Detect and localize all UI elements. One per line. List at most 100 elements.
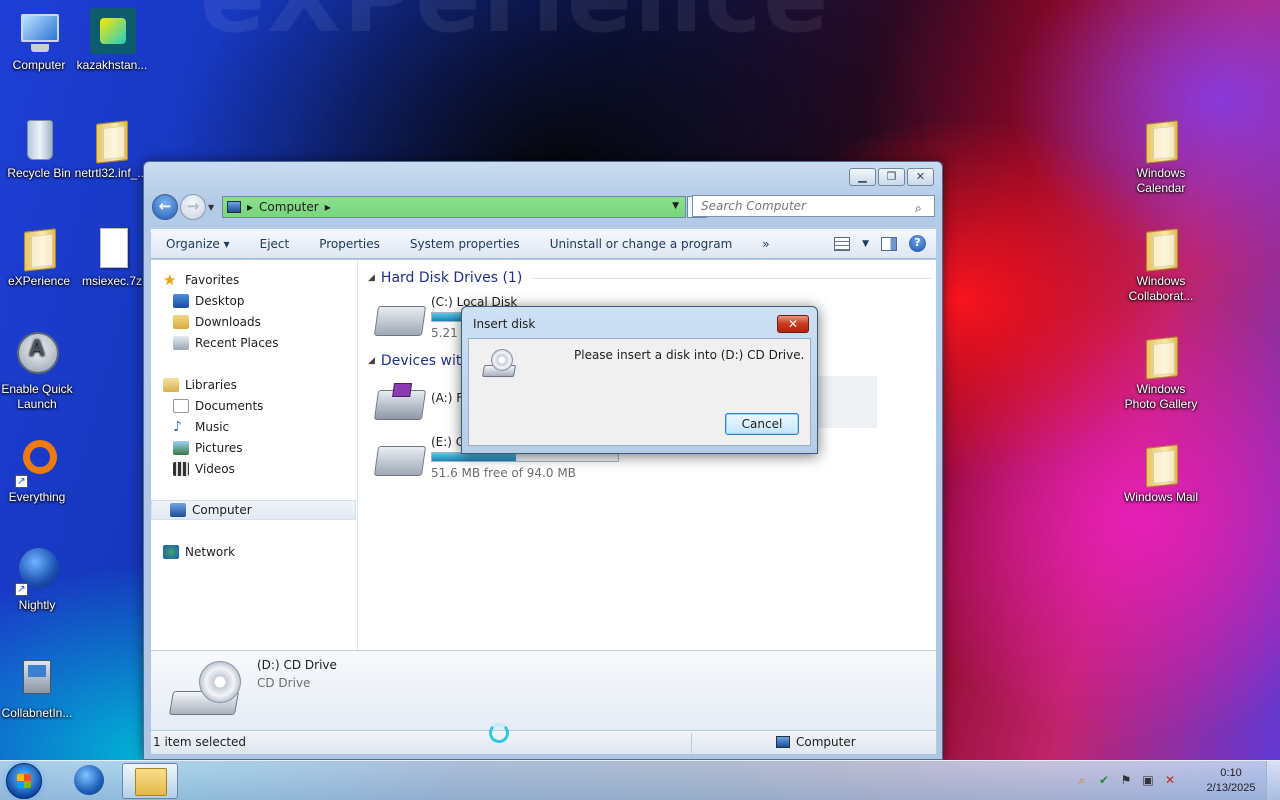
navigation-pane: ★ Favorites Desktop Downloads Recent Plac… bbox=[151, 260, 358, 650]
cancel-button[interactable]: Cancel bbox=[725, 413, 799, 435]
taskbar: ⌕ ✔ ⚑ ▣ ✕ 0:10 2/13/2025 bbox=[0, 760, 1280, 800]
caption-buttons: ▁ ❐ ✕ bbox=[847, 168, 934, 186]
network-tray-icon[interactable]: ▣ bbox=[1141, 773, 1155, 787]
desktop-icon-windows-calendar[interactable]: Windows Calendar bbox=[1122, 116, 1200, 196]
collapse-icon[interactable]: ◢ bbox=[368, 356, 375, 366]
properties-button[interactable]: Properties bbox=[304, 237, 395, 251]
nav-libraries[interactable]: Libraries bbox=[163, 375, 237, 395]
clock-time: 0:10 bbox=[1220, 767, 1242, 779]
nav-network[interactable]: Network bbox=[163, 542, 235, 562]
organize-button[interactable]: Organize ▾ bbox=[151, 237, 245, 251]
folder-icon bbox=[1137, 440, 1185, 488]
folder-icon bbox=[1137, 116, 1185, 164]
firefox-nightly-icon: ↗ bbox=[13, 548, 61, 596]
chevron-right-icon[interactable]: ▸ bbox=[247, 200, 253, 214]
taskbar-windows-explorer[interactable] bbox=[122, 763, 178, 799]
nav-favorites[interactable]: ★ Favorites bbox=[163, 270, 239, 290]
chevron-right-icon[interactable]: ▸ bbox=[325, 200, 331, 214]
search-icon[interactable]: ⌕ bbox=[915, 198, 930, 215]
close-button[interactable]: ✕ bbox=[907, 168, 934, 186]
desktop-icon-enable-quick-launch[interactable]: A Enable Quick Launch bbox=[0, 332, 76, 412]
system-properties-button[interactable]: System properties bbox=[395, 237, 535, 251]
quick-launch-icon: A bbox=[13, 332, 61, 380]
everything-tray-icon[interactable]: ⌕ bbox=[1075, 773, 1089, 787]
nav-documents[interactable]: Documents bbox=[173, 396, 263, 416]
nav-downloads[interactable]: Downloads bbox=[173, 312, 261, 332]
show-desktop-button[interactable] bbox=[1266, 761, 1280, 800]
command-bar: Organize ▾ Eject Properties System prope… bbox=[151, 229, 936, 259]
nav-recent-places[interactable]: Recent Places bbox=[173, 333, 278, 353]
computer-icon bbox=[15, 8, 63, 56]
downloads-icon bbox=[173, 315, 189, 329]
clock-date: 2/13/2025 bbox=[1206, 782, 1256, 794]
folder-icon bbox=[1137, 332, 1185, 380]
address-dropdown-icon[interactable]: ▼ bbox=[672, 201, 679, 211]
folder-icon bbox=[15, 224, 63, 272]
forward-button[interactable]: → bbox=[180, 194, 206, 220]
desktop-icon-nightly[interactable]: ↗ Nightly bbox=[0, 548, 76, 613]
recent-pages-dropdown[interactable]: ▼ bbox=[208, 203, 214, 212]
desktop-icon-experience[interactable]: eXPerience bbox=[0, 224, 78, 289]
pictures-icon bbox=[173, 441, 189, 455]
busy-cursor-icon bbox=[489, 723, 509, 743]
volume-muted-icon[interactable]: ✕ bbox=[1163, 773, 1177, 787]
music-icon: ♪ bbox=[173, 419, 182, 435]
libraries-icon bbox=[163, 378, 179, 392]
preview-pane-icon[interactable] bbox=[881, 236, 897, 251]
change-view-icon[interactable] bbox=[834, 236, 851, 251]
hard-disk-icon bbox=[373, 306, 427, 336]
nav-pictures[interactable]: Pictures bbox=[173, 438, 243, 458]
minimize-button[interactable]: ▁ bbox=[849, 168, 876, 186]
group-header-hard-disk-drives[interactable]: ◢ Hard Disk Drives (1) bbox=[368, 270, 933, 286]
taskbar-firefox-nightly[interactable] bbox=[62, 763, 118, 799]
breadcrumb-computer[interactable]: Computer bbox=[259, 200, 319, 214]
dialog-body: Please insert a disk into (D:) CD Drive.… bbox=[468, 338, 811, 446]
dialog-title: Insert disk bbox=[473, 317, 536, 331]
nav-videos[interactable]: Videos bbox=[173, 459, 235, 479]
cd-drive-icon bbox=[168, 661, 241, 721]
details-pane: (D:) CD Drive CD Drive bbox=[151, 650, 936, 730]
file-icon bbox=[88, 224, 136, 272]
removable-disk-icon bbox=[373, 446, 427, 476]
maximize-button[interactable]: ❐ bbox=[878, 168, 905, 186]
action-center-flag-icon[interactable]: ⚑ bbox=[1119, 773, 1133, 787]
help-icon[interactable]: ? bbox=[909, 235, 926, 252]
navigation-buttons: ← → ▼ bbox=[152, 194, 214, 220]
desktop-icon-computer[interactable]: Computer bbox=[0, 8, 78, 73]
star-icon: ★ bbox=[163, 271, 177, 289]
desktop-icon-windows-mail[interactable]: Windows Mail bbox=[1122, 440, 1200, 505]
back-button[interactable]: ← bbox=[152, 194, 178, 220]
desktop-icon-windows-photo-gallery[interactable]: Windows Photo Gallery bbox=[1122, 332, 1200, 412]
computer-icon bbox=[170, 503, 186, 517]
videos-icon bbox=[173, 462, 189, 476]
eject-button[interactable]: Eject bbox=[245, 237, 305, 251]
security-shield-icon[interactable]: ✔ bbox=[1097, 773, 1111, 787]
nav-music[interactable]: ♪ Music bbox=[173, 417, 229, 437]
desktop-icon-windows-collaboration[interactable]: Windows Collaborat... bbox=[1122, 224, 1200, 304]
desktop-icon-recycle-bin[interactable]: Recycle Bin bbox=[0, 116, 78, 181]
folder-icon bbox=[135, 768, 167, 796]
wallpaper-watermark: eXPerience bbox=[200, 0, 830, 54]
nav-computer[interactable]: Computer bbox=[151, 500, 356, 520]
app-icon bbox=[88, 8, 136, 56]
desktop-icon-collabnet[interactable]: CollabnetIn... bbox=[0, 656, 76, 721]
search-input[interactable]: Search Computer ⌕ bbox=[692, 195, 935, 217]
desktop-icon-msiexec[interactable]: msiexec.7z bbox=[73, 224, 151, 289]
more-commands-button[interactable]: » bbox=[747, 237, 784, 251]
status-selection: 1 item selected bbox=[153, 735, 247, 749]
desktop-icon-kazakhstan[interactable]: kazakhstan... bbox=[73, 8, 151, 73]
uninstall-program-button[interactable]: Uninstall or change a program bbox=[535, 237, 748, 251]
view-dropdown-icon[interactable]: ▼ bbox=[862, 239, 869, 249]
collapse-icon[interactable]: ◢ bbox=[368, 273, 375, 283]
group-header-removable-devices[interactable]: ◢ Devices with bbox=[368, 353, 470, 369]
system-clock[interactable]: 0:10 2/13/2025 bbox=[1200, 766, 1262, 796]
nav-desktop[interactable]: Desktop bbox=[173, 291, 245, 311]
start-button[interactable] bbox=[6, 763, 42, 799]
address-bar[interactable]: ▸ Computer ▸ ▼ bbox=[222, 196, 686, 218]
recycle-bin-icon bbox=[15, 116, 63, 164]
desktop-icon-everything[interactable]: ↗ Everything bbox=[0, 440, 76, 505]
details-subtitle: CD Drive bbox=[257, 676, 311, 690]
dialog-close-button[interactable]: ✕ bbox=[777, 315, 809, 333]
explorer-window: ▁ ❐ ✕ ← → ▼ ▸ Computer ▸ ▼ ✕ Search Comp… bbox=[143, 161, 943, 760]
desktop-icon-netrtl32[interactable]: netrtl32.inf_... bbox=[72, 116, 150, 181]
